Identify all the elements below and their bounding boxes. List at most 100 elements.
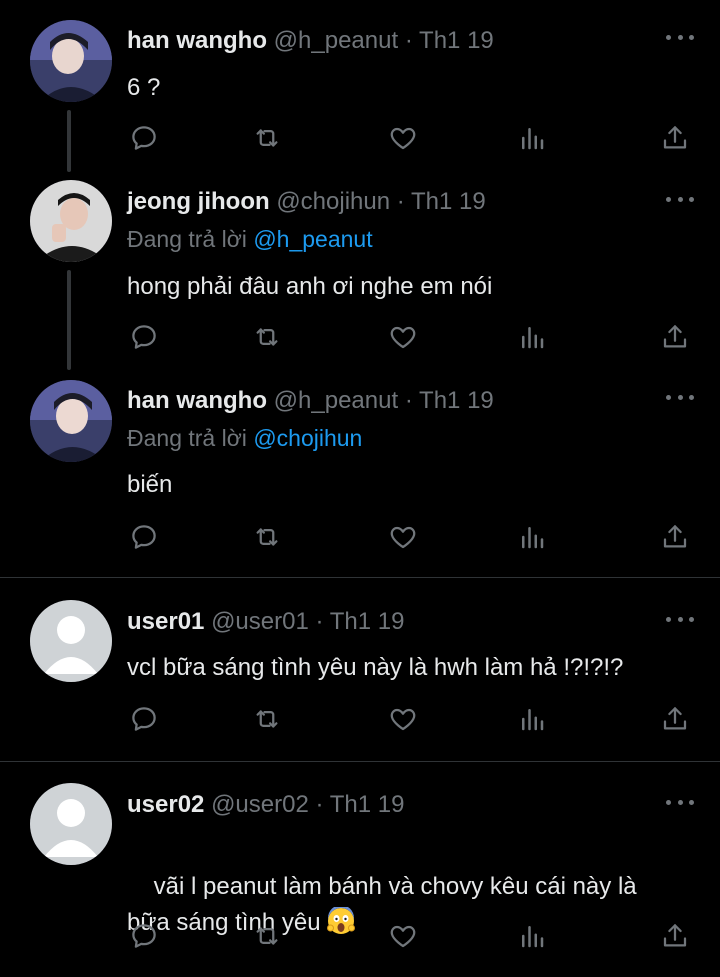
like-icon: [388, 921, 418, 951]
reply-button[interactable]: [124, 517, 164, 557]
user-handle[interactable]: @h_peanut: [274, 27, 398, 54]
tweet-date[interactable]: Th1 19: [419, 27, 494, 54]
more-options-icon[interactable]: [666, 797, 694, 807]
separator-dot: ·: [404, 27, 413, 54]
tweet-header: han wangho @h_peanut · Th1 19: [127, 384, 494, 418]
like-button[interactable]: [383, 916, 423, 956]
reply-button[interactable]: [124, 118, 164, 158]
more-options-icon[interactable]: [666, 392, 694, 402]
tweet-header: user01 @user01 · Th1 19: [127, 605, 404, 639]
share-button[interactable]: [655, 699, 695, 739]
reply-icon: [129, 522, 159, 552]
display-name[interactable]: user01: [127, 608, 204, 635]
tweet-date[interactable]: Th1 19: [330, 791, 405, 818]
separator-dot: ·: [315, 791, 324, 818]
action-bar: [0, 118, 720, 158]
replying-to: Đang trả lời @chojihun: [127, 425, 362, 452]
share-icon: [660, 123, 690, 153]
action-bar: [0, 317, 720, 357]
tweet-header: user02 @user02 · Th1 19: [127, 788, 404, 822]
action-bar: [0, 517, 720, 557]
views-icon: [517, 322, 547, 352]
retweet-icon: [252, 921, 282, 951]
more-options-icon[interactable]: [666, 614, 694, 624]
avatar[interactable]: [30, 20, 112, 102]
share-button[interactable]: [655, 916, 695, 956]
tweet-text: biến: [127, 471, 173, 498]
avatar[interactable]: [30, 180, 112, 262]
tweet-text: hong phải đâu anh ơi nghe em nói: [127, 273, 493, 300]
more-options-icon[interactable]: [666, 194, 694, 204]
replying-to: Đang trả lời @h_peanut: [127, 226, 373, 253]
separator-dot: ·: [315, 608, 324, 635]
share-icon: [660, 522, 690, 552]
share-icon: [660, 704, 690, 734]
retweet-icon: [252, 522, 282, 552]
user-handle[interactable]: @user02: [211, 791, 309, 818]
action-bar: [0, 699, 720, 739]
views-button[interactable]: [512, 916, 552, 956]
reply-icon: [129, 704, 159, 734]
replying-to-label: Đang trả lời: [127, 425, 247, 451]
replying-to-label: Đang trả lời: [127, 226, 247, 252]
reply-button[interactable]: [124, 916, 164, 956]
more-options-icon[interactable]: [666, 32, 694, 42]
display-name[interactable]: han wangho: [127, 387, 267, 414]
retweet-button[interactable]: [247, 118, 287, 158]
tweet-date[interactable]: Th1 19: [411, 188, 486, 215]
like-button[interactable]: [383, 317, 423, 357]
retweet-button[interactable]: [247, 517, 287, 557]
display-name[interactable]: han wangho: [127, 27, 267, 54]
reply-button[interactable]: [124, 699, 164, 739]
default-avatar-icon: [30, 600, 112, 682]
user-handle[interactable]: @chojihun: [276, 188, 390, 215]
tweet[interactable]: user02 @user02 · Th1 19 vãi l peanut làm…: [0, 783, 720, 968]
retweet-button[interactable]: [247, 699, 287, 739]
retweet-button[interactable]: [247, 916, 287, 956]
views-button[interactable]: [512, 118, 552, 158]
avatar[interactable]: [30, 380, 112, 462]
views-icon: [517, 704, 547, 734]
avatar[interactable]: [30, 783, 112, 865]
tweet-date[interactable]: Th1 19: [419, 387, 494, 414]
display-name[interactable]: user02: [127, 791, 204, 818]
avatar-photo: [30, 380, 112, 462]
views-button[interactable]: [512, 517, 552, 557]
separator-dot: ·: [404, 387, 413, 414]
retweet-icon: [252, 322, 282, 352]
like-icon: [388, 704, 418, 734]
tweet[interactable]: user01 @user01 · Th1 19 vcl bữa sáng tìn…: [0, 600, 720, 750]
retweet-icon: [252, 704, 282, 734]
tweet-text: vcl bữa sáng tình yêu này là hwh làm hả …: [127, 654, 624, 681]
separator-dot: ·: [396, 188, 405, 215]
like-icon: [388, 322, 418, 352]
avatar-photo: [30, 20, 112, 102]
user-handle[interactable]: @user01: [211, 608, 309, 635]
tweet-text-line-1: vãi l peanut làm bánh và chovy kêu cái n…: [153, 873, 637, 900]
tweet[interactable]: jeong jihoon @chojihun · Th1 19 Đang trả…: [0, 180, 720, 370]
retweet-button[interactable]: [247, 317, 287, 357]
like-button[interactable]: [383, 517, 423, 557]
replying-to-handle[interactable]: @h_peanut: [253, 226, 372, 252]
user-handle[interactable]: @h_peanut: [274, 387, 398, 414]
replying-to-handle[interactable]: @chojihun: [253, 425, 362, 451]
like-button[interactable]: [383, 118, 423, 158]
tweet-divider: [0, 577, 720, 578]
views-button[interactable]: [512, 317, 552, 357]
share-button[interactable]: [655, 317, 695, 357]
views-icon: [517, 921, 547, 951]
tweet[interactable]: han wangho @h_peanut · Th1 19 6 ?: [0, 20, 720, 170]
tweet-date[interactable]: Th1 19: [330, 608, 405, 635]
tweet[interactable]: han wangho @h_peanut · Th1 19 Đang trả l…: [0, 380, 720, 560]
like-icon: [388, 522, 418, 552]
reply-icon: [129, 123, 159, 153]
avatar[interactable]: [30, 600, 112, 682]
like-button[interactable]: [383, 699, 423, 739]
views-button[interactable]: [512, 699, 552, 739]
action-bar: [0, 916, 720, 956]
share-button[interactable]: [655, 517, 695, 557]
reply-button[interactable]: [124, 317, 164, 357]
display-name[interactable]: jeong jihoon: [127, 188, 270, 215]
views-icon: [517, 522, 547, 552]
share-button[interactable]: [655, 118, 695, 158]
